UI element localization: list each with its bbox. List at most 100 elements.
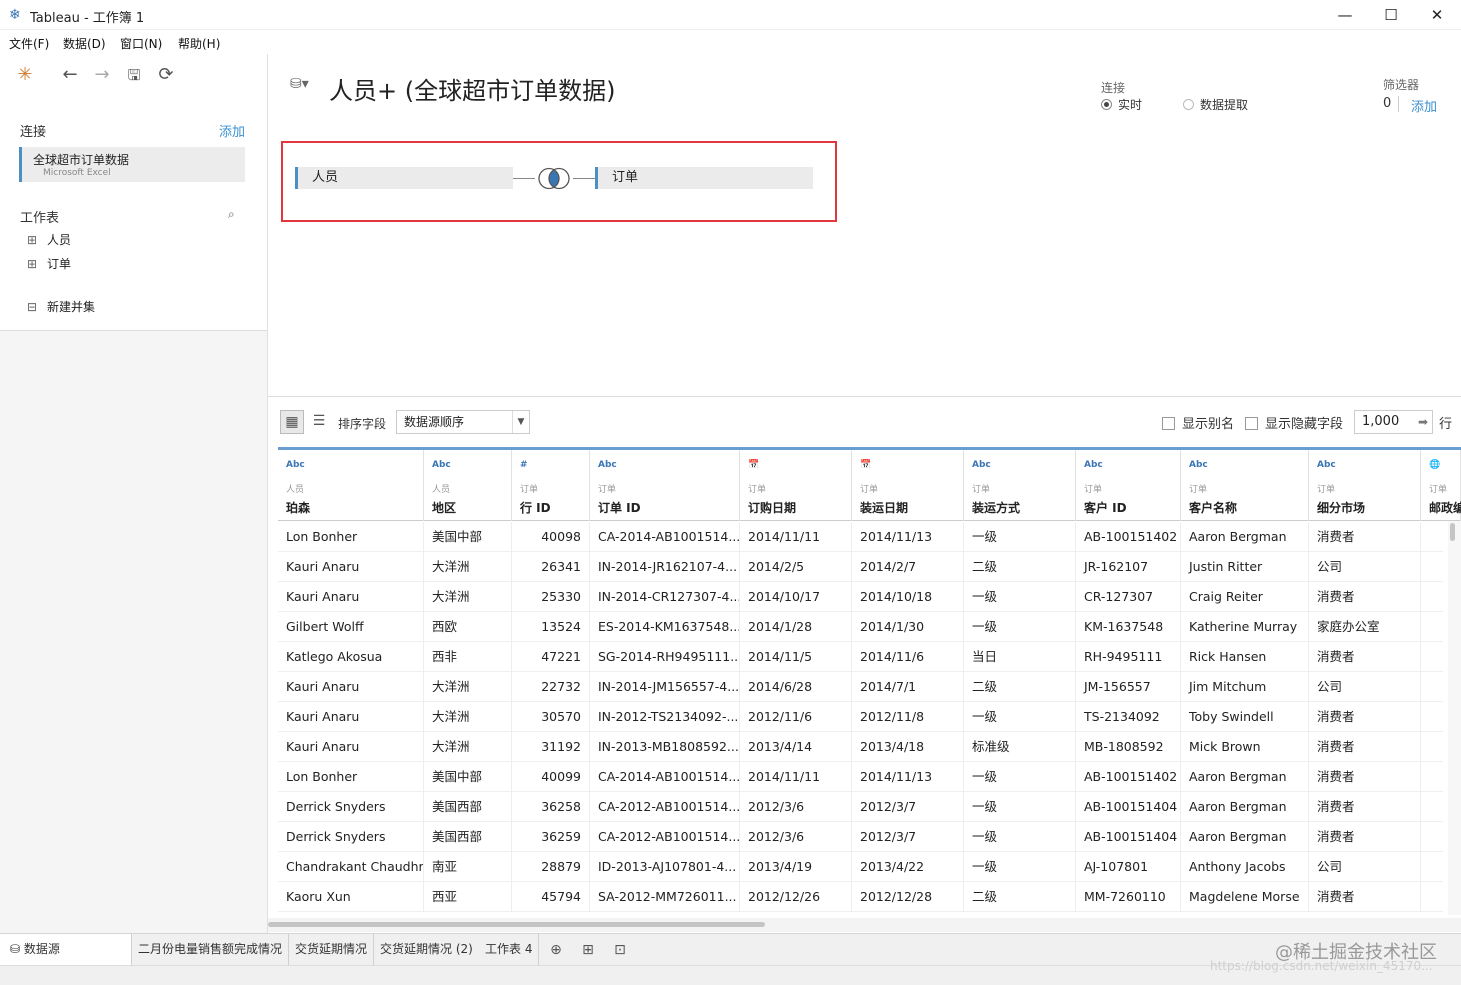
column-header-segment[interactable]: Abc 订单 细分市场 — [1309, 450, 1421, 521]
field-name[interactable]: 邮政编 — [1429, 499, 1461, 516]
connection-item[interactable]: 全球超市订单数据 Microsoft Excel — [19, 147, 245, 182]
field-type-icon[interactable]: # — [520, 460, 528, 470]
field-type-icon[interactable]: 🌐 — [1429, 460, 1440, 470]
menu-help[interactable]: 帮助(H) — [178, 35, 220, 52]
cell-region: 美国西部 — [424, 822, 512, 852]
live-radio[interactable]: 实时 — [1101, 96, 1142, 113]
cell-ship-mode: 一级 — [964, 792, 1076, 822]
field-name[interactable]: 装运方式 — [972, 499, 1020, 516]
field-name[interactable]: 订单 ID — [598, 499, 641, 516]
tab-sheet-2[interactable]: 交货延期情况 — [289, 934, 375, 965]
grid-view-icon[interactable]: ▦ — [280, 410, 304, 434]
back-arrow-icon[interactable]: ← — [59, 64, 81, 86]
field-name[interactable]: 地区 — [432, 499, 456, 516]
save-icon[interactable]: 🖫 — [123, 64, 145, 86]
menu-file[interactable]: 文件(F) — [9, 35, 49, 52]
show-alias-checkbox[interactable]: 显示别名 — [1162, 413, 1234, 432]
table-pill-orders[interactable]: 订单 — [595, 167, 813, 189]
cell-ship-mode: 一级 — [964, 612, 1076, 642]
field-name[interactable]: 珀森 — [286, 499, 310, 516]
tab-sheet-4[interactable]: 工作表 4 — [479, 934, 540, 965]
cell-row-id: 45794 — [512, 882, 590, 912]
cell-customer-id: JR-162107 — [1076, 552, 1181, 582]
field-name[interactable]: 客户 ID — [1084, 499, 1127, 516]
column-header-ship-mode[interactable]: Abc 订单 装运方式 — [964, 450, 1076, 521]
field-type-icon[interactable]: Abc — [598, 460, 617, 470]
column-header-person[interactable]: Abc 人员 珀森 — [278, 450, 424, 521]
table-row: Kauri Anaru 大洋洲 31192 IN-2013-MB1808592... 2… — [278, 732, 1461, 762]
tableau-home-icon[interactable]: ✳ — [14, 64, 36, 86]
cell-segment: 消费者 — [1309, 702, 1421, 732]
sheet-item-people[interactable]: ⊞ 人员 — [27, 231, 71, 248]
scroll-thumb[interactable] — [1450, 523, 1455, 541]
column-header-order-date[interactable]: 📅 订单 订购日期 — [740, 450, 852, 521]
column-header-customer-id[interactable]: Abc 订单 客户 ID — [1076, 450, 1181, 521]
refresh-icon[interactable]: ⟳ — [155, 64, 177, 86]
add-filter-link[interactable]: 添加 — [1411, 96, 1437, 115]
cell-person: Kauri Anaru — [278, 702, 424, 732]
list-view-icon[interactable]: ☰ — [307, 410, 331, 434]
field-name[interactable]: 细分市场 — [1317, 499, 1365, 516]
new-dashboard-icon[interactable]: ⊞ — [577, 940, 599, 960]
field-type-icon[interactable]: Abc — [1317, 460, 1336, 470]
datasource-title[interactable]: 人员+ (全球超市订单数据) — [329, 71, 615, 106]
tab-sheet-1[interactable]: 二月份电量销售额完成情况 — [132, 934, 290, 965]
tab-sheet-3[interactable]: 交货延期情况 (2) — [374, 934, 480, 965]
cell-customer-id: AB-100151402 — [1076, 762, 1181, 792]
field-type-icon[interactable]: 📅 — [860, 460, 871, 470]
cell-segment: 消费者 — [1309, 642, 1421, 672]
field-type-icon[interactable]: Abc — [286, 460, 305, 470]
rows-count-input[interactable]: 1,000 ➡ — [1354, 410, 1433, 434]
field-name[interactable]: 行 ID — [520, 499, 551, 516]
sheet-item-orders[interactable]: ⊞ 订单 — [27, 255, 71, 272]
menu-data[interactable]: 数据(D) — [63, 35, 106, 52]
field-type-icon[interactable]: 📅 — [748, 460, 759, 470]
column-header-postal-code[interactable]: 🌐 订单邮政编 — [1421, 450, 1461, 521]
search-icon[interactable]: ⌕ — [228, 207, 235, 222]
maximize-button[interactable]: ☐ — [1371, 4, 1411, 26]
minimize-button[interactable]: — — [1325, 4, 1365, 26]
arrow-right-icon[interactable]: ➡ — [1418, 411, 1428, 433]
field-name[interactable]: 装运日期 — [860, 499, 908, 516]
data-grid: Abc 人员 珀森 Abc 人员 地区 # 订单行 ID Abc 订单 订单 ID 📅 订单 订购日期 📅 订… — [278, 447, 1461, 915]
cell-ship-mode: 一级 — [964, 582, 1076, 612]
tableau-logo-icon: ❄ — [9, 7, 21, 23]
field-type-icon[interactable]: Abc — [432, 460, 451, 470]
cell-ship-date: 2014/11/13 — [852, 762, 964, 792]
close-button[interactable]: ✕ — [1417, 4, 1457, 26]
tab-datasource[interactable]: ⛁ 数据源 — [0, 934, 132, 965]
new-union-item[interactable]: ⊟ 新建并集 — [27, 298, 95, 315]
field-name[interactable]: 客户名称 — [1189, 499, 1237, 516]
column-header-customer-name[interactable]: Abc 订单 客户名称 — [1181, 450, 1309, 521]
add-connection-link[interactable]: 添加 — [219, 121, 245, 140]
extract-radio[interactable]: 数据提取 — [1183, 96, 1248, 113]
horizontal-scrollbar[interactable] — [268, 918, 1461, 932]
table-pill-people[interactable]: 人员 — [295, 167, 513, 189]
cell-segment: 消费者 — [1309, 882, 1421, 912]
field-type-icon[interactable]: Abc — [1189, 460, 1208, 470]
cell-row-id: 26341 — [512, 552, 590, 582]
join-line-left — [513, 178, 535, 179]
show-hidden-checkbox[interactable]: 显示隐藏字段 — [1245, 413, 1343, 432]
column-header-ship-date[interactable]: 📅 订单 装运日期 — [852, 450, 964, 521]
field-name[interactable]: 订购日期 — [748, 499, 796, 516]
cell-row-id: 36259 — [512, 822, 590, 852]
database-icon[interactable]: ⛁▾ — [290, 76, 309, 92]
new-worksheet-icon[interactable]: ⊕ — [545, 940, 567, 960]
watermark-url: https://blog.csdn.net/weixin_45170... — [1210, 959, 1433, 973]
tab-label: 数据源 — [23, 942, 60, 956]
column-header-order-id[interactable]: Abc 订单 订单 ID — [590, 450, 740, 521]
inner-join-icon[interactable] — [534, 166, 574, 191]
field-type-icon[interactable]: Abc — [972, 460, 991, 470]
cell-person: Kauri Anaru — [278, 672, 424, 702]
new-story-icon[interactable]: ⊡ — [609, 940, 631, 960]
forward-arrow-icon[interactable]: → — [91, 64, 113, 86]
column-header-row-id[interactable]: # 订单行 ID — [512, 450, 590, 521]
column-header-region[interactable]: Abc 人员 地区 — [424, 450, 512, 521]
sort-field-select[interactable]: 数据源顺序 ▼ — [396, 410, 530, 434]
vertical-scrollbar[interactable] — [1448, 521, 1461, 915]
scroll-thumb[interactable] — [268, 922, 765, 927]
sheets-label: 工作表 — [20, 211, 60, 226]
field-type-icon[interactable]: Abc — [1084, 460, 1103, 470]
menu-window[interactable]: 窗口(N) — [120, 35, 162, 52]
